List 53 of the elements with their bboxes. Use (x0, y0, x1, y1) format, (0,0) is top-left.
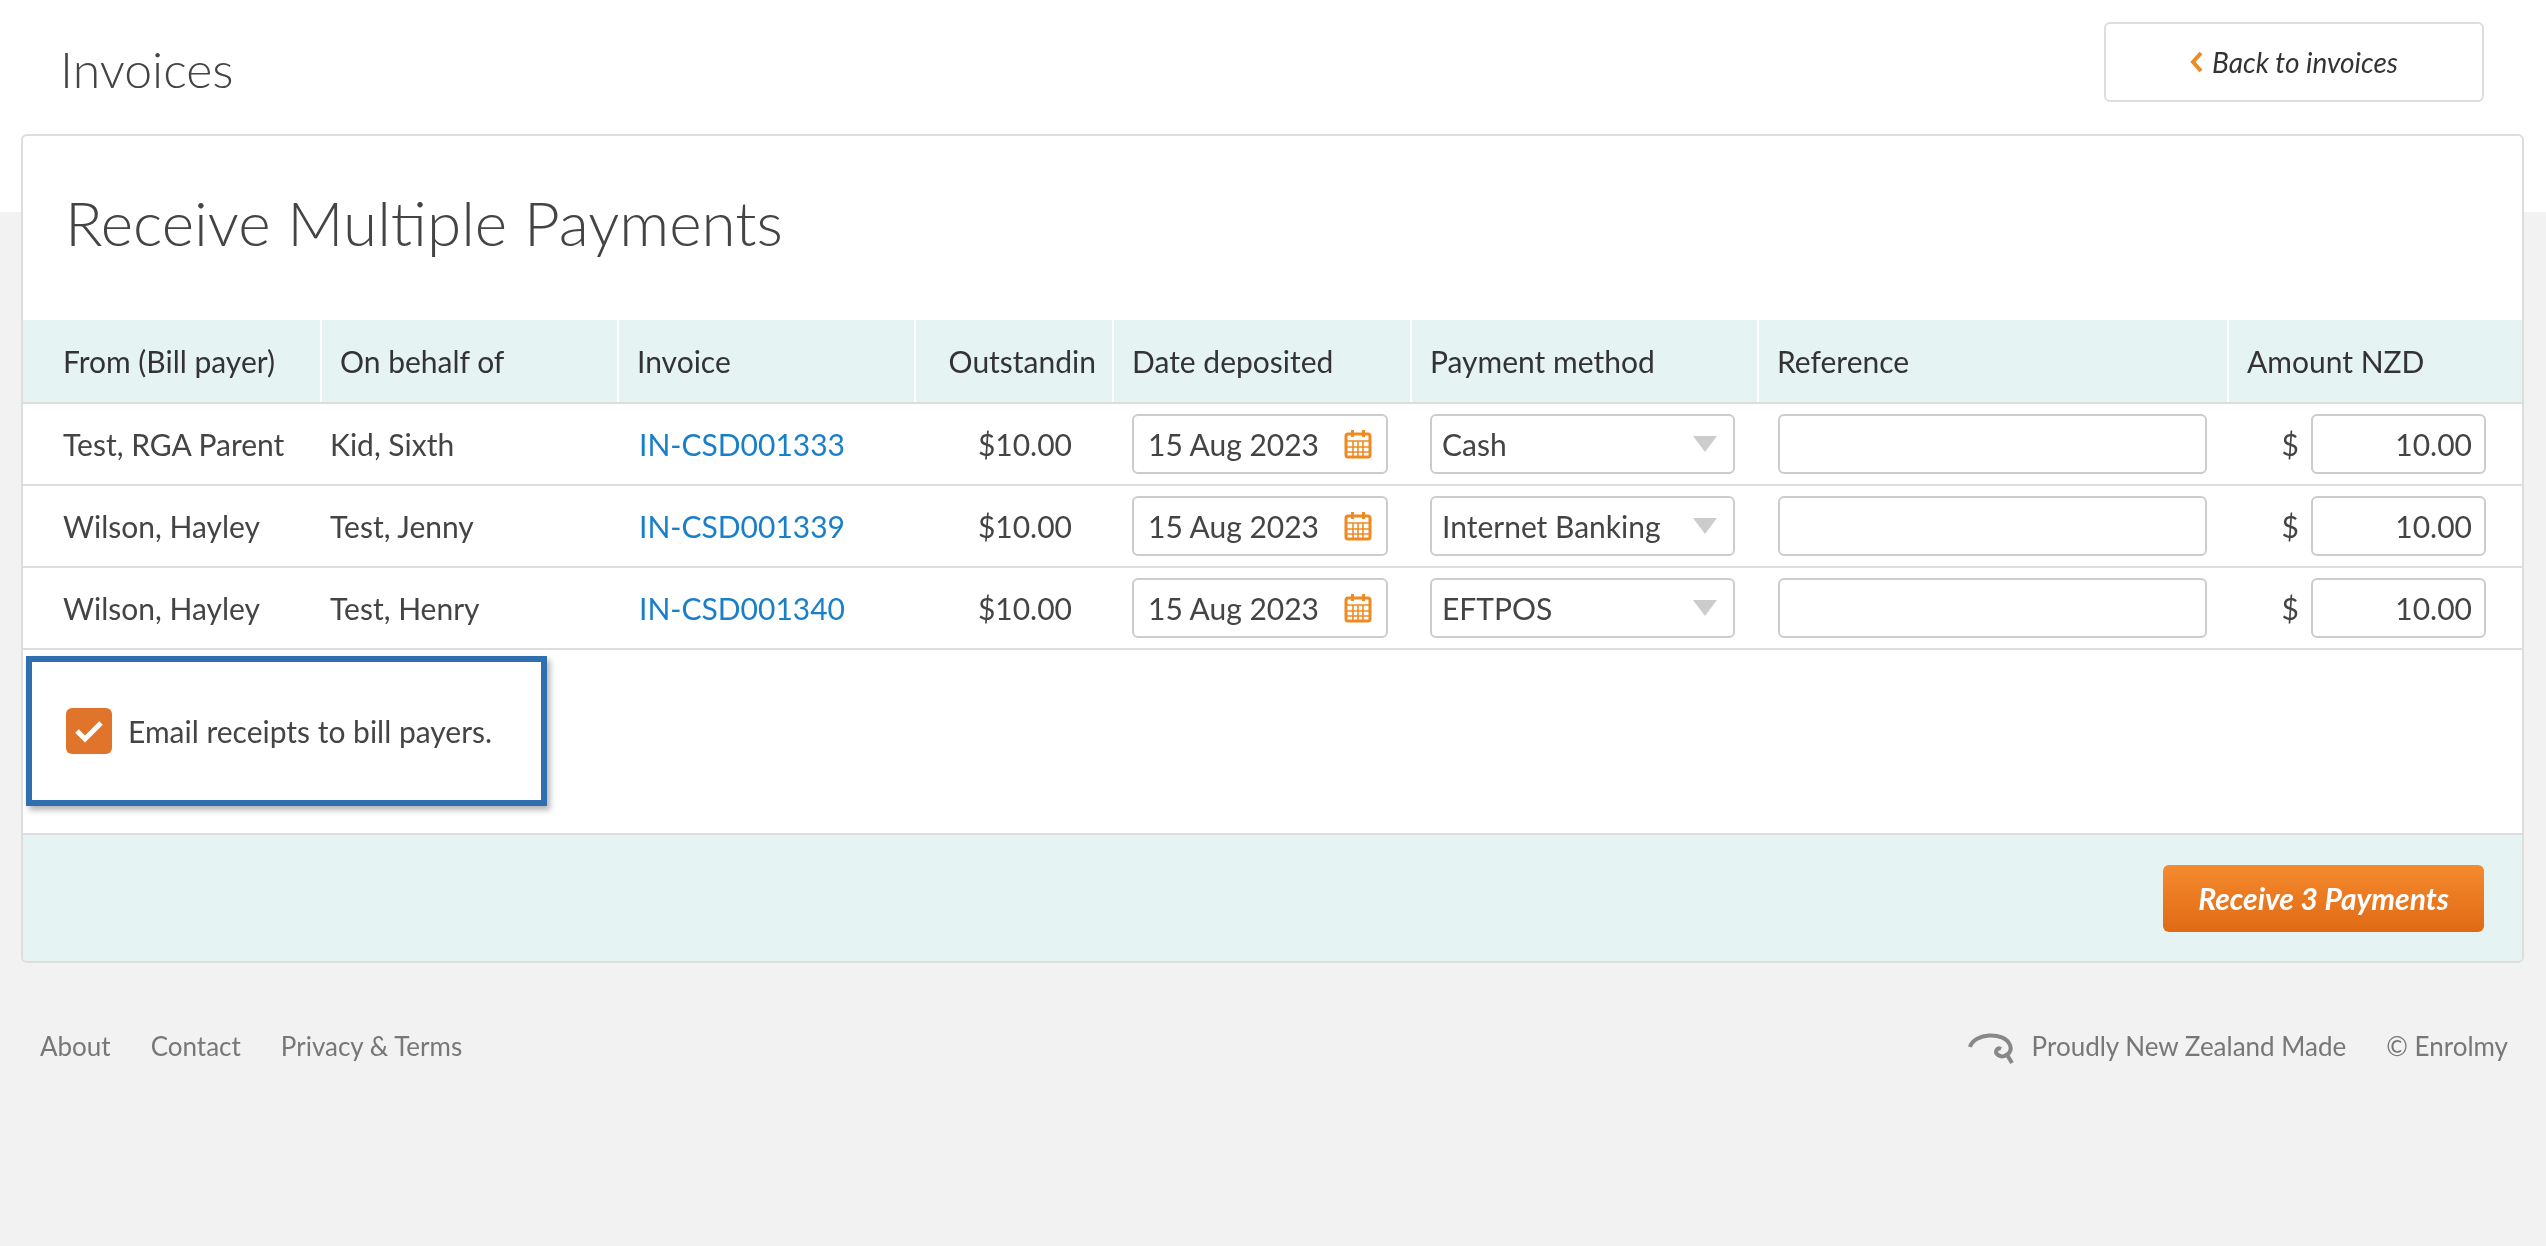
calendar-icon (1344, 511, 1372, 541)
payment-method-select[interactable]: Cash (1430, 414, 1735, 474)
email-receipts-option[interactable]: Email receipts to bill payers. (26, 656, 547, 806)
date-field[interactable]: 15 Aug 2023 (1132, 496, 1388, 556)
payment-method-select[interactable]: EFTPOS (1430, 578, 1735, 638)
dropdown-caret-icon (1693, 600, 1717, 616)
table-cell-text: $10.00 (976, 506, 1073, 546)
table-cell-text: Wilson, Hayley (62, 588, 261, 628)
copyright-text: © Enrolmy (2386, 1029, 2508, 1064)
dropdown-caret-icon (1693, 518, 1717, 534)
column-header: Outstandin (914, 320, 1112, 402)
amount-field[interactable]: 10.00 (2311, 578, 2486, 638)
card-title: Receive Multiple Payments (64, 184, 784, 261)
table-cell-text: Wilson, Hayley (62, 506, 261, 546)
checkmark-icon (74, 719, 104, 743)
footer-link[interactable]: Privacy & Terms (280, 1027, 463, 1066)
chevron-left-icon (2189, 51, 2204, 73)
column-header: Reference (1757, 320, 2227, 402)
currency-symbol: $ (2281, 506, 2299, 546)
invoice-link[interactable]: IN-CSD001340 (617, 585, 914, 631)
reference-field[interactable] (1778, 578, 2207, 638)
amount-field[interactable]: 10.00 (2311, 496, 2486, 556)
currency-symbol: $ (2281, 588, 2299, 628)
payment-method-select[interactable]: Internet Banking (1430, 496, 1735, 556)
checkbox[interactable] (66, 708, 112, 754)
date-field[interactable]: 15 Aug 2023 (1132, 414, 1388, 474)
column-header: Date deposited (1112, 320, 1410, 402)
footer-link[interactable]: Contact (150, 1027, 241, 1066)
calendar-icon (1344, 593, 1372, 623)
column-header: Invoice (617, 320, 914, 402)
table-cell-text: Test, RGA Parent (62, 424, 286, 464)
column-header: From (Bill payer) (62, 341, 277, 381)
invoice-link[interactable]: IN-CSD001333 (617, 421, 914, 467)
table-cell-text: Test, Jenny (329, 506, 475, 546)
invoice-link[interactable]: IN-CSD001339 (617, 503, 914, 549)
date-field[interactable]: 15 Aug 2023 (1132, 578, 1388, 638)
table-cell-text: $10.00 (976, 588, 1073, 628)
reference-field[interactable] (1778, 496, 2207, 556)
column-header: Payment method (1410, 320, 1757, 402)
column-header: Amount NZD (2227, 320, 2522, 402)
column-header: On behalf of (320, 320, 617, 402)
page-title: Invoices (60, 38, 234, 101)
dropdown-caret-icon (1693, 436, 1717, 452)
table-cell-text: Kid, Sixth (329, 424, 456, 464)
amount-field[interactable]: 10.00 (2311, 414, 2486, 474)
reference-field[interactable] (1778, 414, 2207, 474)
calendar-icon (1344, 429, 1372, 459)
made-in-text: Proudly New Zealand Made (2031, 1029, 2347, 1064)
table-cell-text: $10.00 (976, 424, 1073, 464)
currency-symbol: $ (2281, 424, 2299, 464)
back-button[interactable]: Back to invoices (2104, 22, 2484, 102)
table-cell-text: Test, Henry (329, 588, 481, 628)
footer-link[interactable]: About (40, 1027, 111, 1066)
